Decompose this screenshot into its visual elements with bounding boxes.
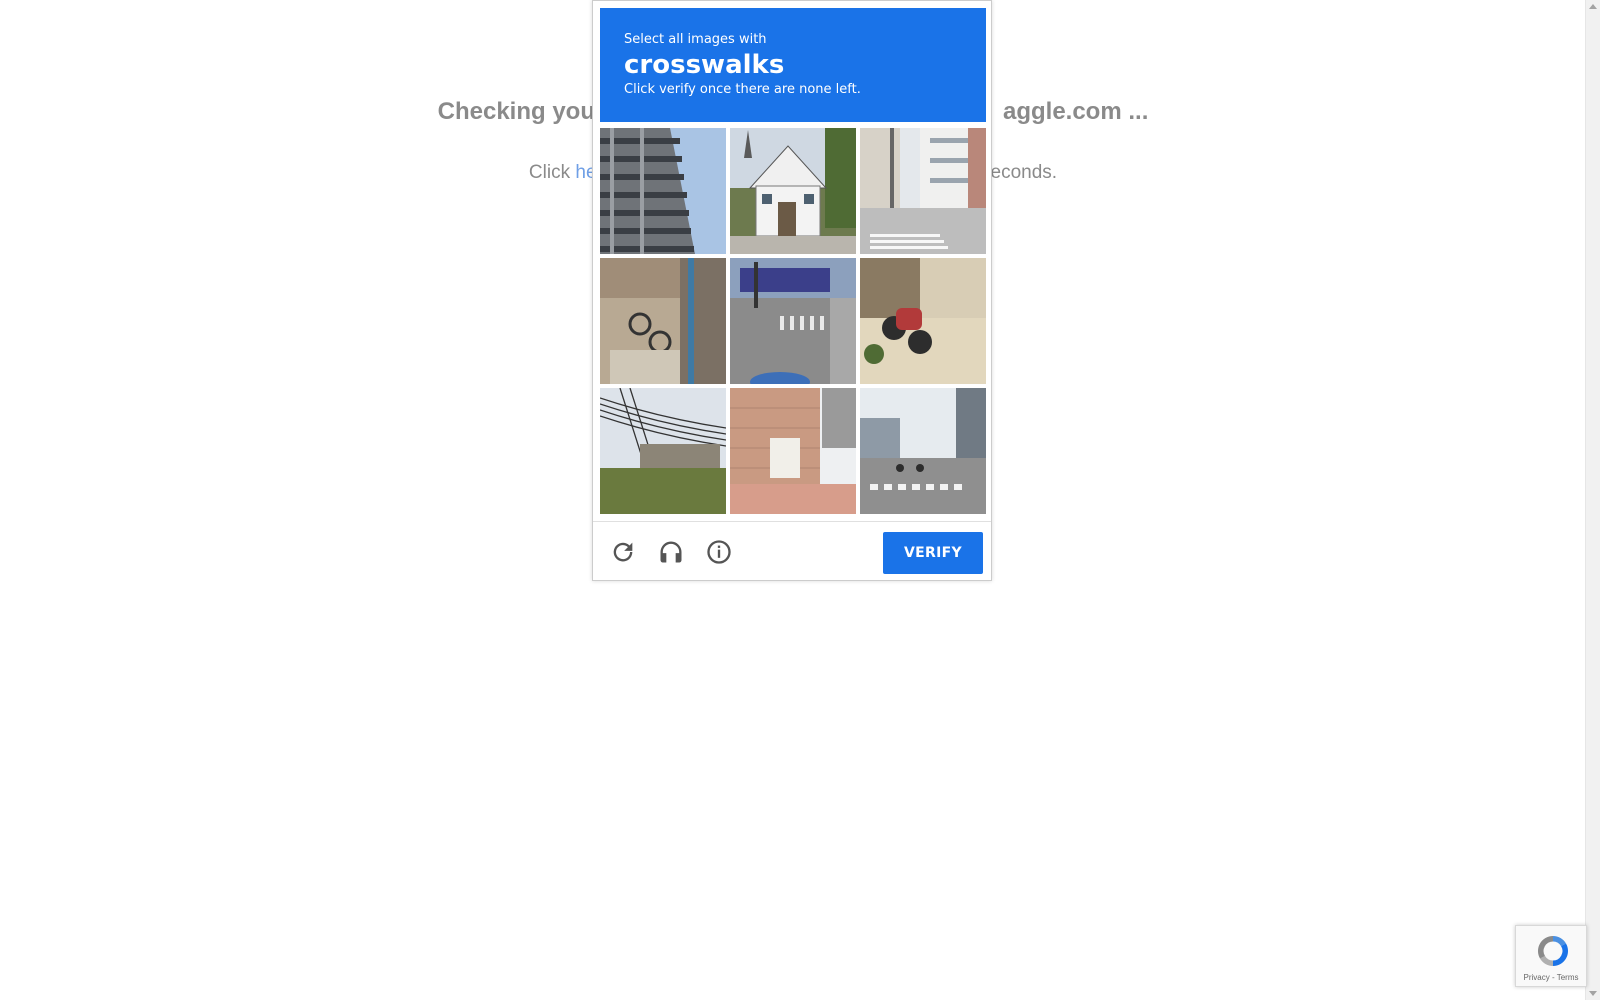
- headphones-icon[interactable]: [657, 538, 685, 566]
- vertical-scrollbar[interactable]: [1585, 0, 1600, 1000]
- captcha-image-grid: [600, 128, 986, 514]
- recaptcha-logo-icon: [1537, 936, 1569, 966]
- scroll-down-icon[interactable]: [1589, 991, 1597, 996]
- captcha-note: Click verify once there are none left.: [624, 82, 861, 97]
- captcha-tile-6[interactable]: [860, 258, 986, 384]
- captcha-footer: VERIFY: [593, 521, 991, 582]
- verify-button[interactable]: VERIFY: [883, 532, 983, 574]
- captcha-tile-1[interactable]: [600, 128, 726, 254]
- reload-icon[interactable]: [609, 538, 637, 566]
- captcha-tile-3[interactable]: [860, 128, 986, 254]
- captcha-dialog: Select all images with crosswalks Click …: [592, 0, 992, 581]
- recaptcha-badge[interactable]: Privacy - Terms: [1515, 925, 1587, 987]
- page-instructions-prefix: Click: [528, 162, 576, 183]
- captcha-header: Select all images with crosswalks Click …: [600, 8, 986, 122]
- captcha-tile-7[interactable]: [600, 388, 726, 514]
- captcha-instruction: Select all images with: [624, 32, 767, 47]
- captcha-tile-2[interactable]: [730, 128, 856, 254]
- recaptcha-terms[interactable]: Privacy - Terms: [1516, 973, 1586, 982]
- scroll-up-icon[interactable]: [1589, 4, 1597, 9]
- page-heading-left: Checking you: [437, 98, 595, 125]
- page-heading-right: aggle.com ...: [1002, 98, 1149, 125]
- captcha-target: crosswalks: [624, 50, 785, 80]
- captcha-tile-5[interactable]: [730, 258, 856, 384]
- captcha-tile-9[interactable]: [860, 388, 986, 514]
- page-instructions-suffix: econds.: [990, 162, 1058, 183]
- captcha-tile-4[interactable]: [600, 258, 726, 384]
- info-icon[interactable]: [705, 538, 733, 566]
- captcha-tile-8[interactable]: [730, 388, 856, 514]
